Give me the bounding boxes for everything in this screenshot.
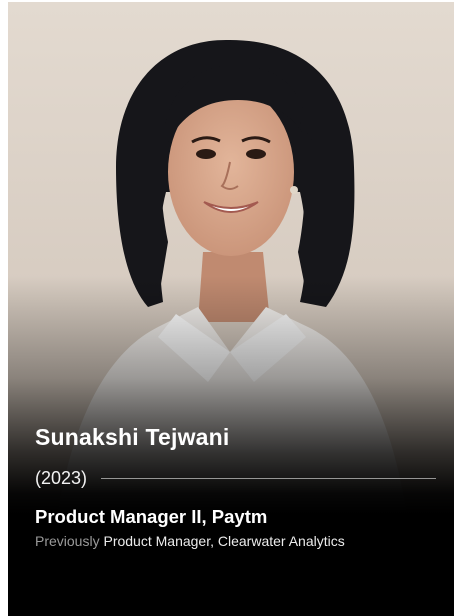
previous-role: Product Manager, Clearwater Analytics [103, 533, 345, 549]
year-row: (2023) [35, 466, 436, 490]
profile-card[interactable]: Sunakshi Tejwani (2023) Product Manager … [8, 2, 454, 616]
profile-name: Sunakshi Tejwani [35, 424, 230, 450]
previous-prefix: Previously [35, 533, 100, 549]
current-role: Product Manager II, Paytm [35, 506, 268, 527]
previous-role-line: Previously Product Manager, Clearwater A… [35, 533, 345, 549]
profile-year: (2023) [35, 467, 88, 488]
year-divider [101, 477, 436, 479]
profile-info: Sunakshi Tejwani (2023) Product Manager … [8, 2, 454, 616]
